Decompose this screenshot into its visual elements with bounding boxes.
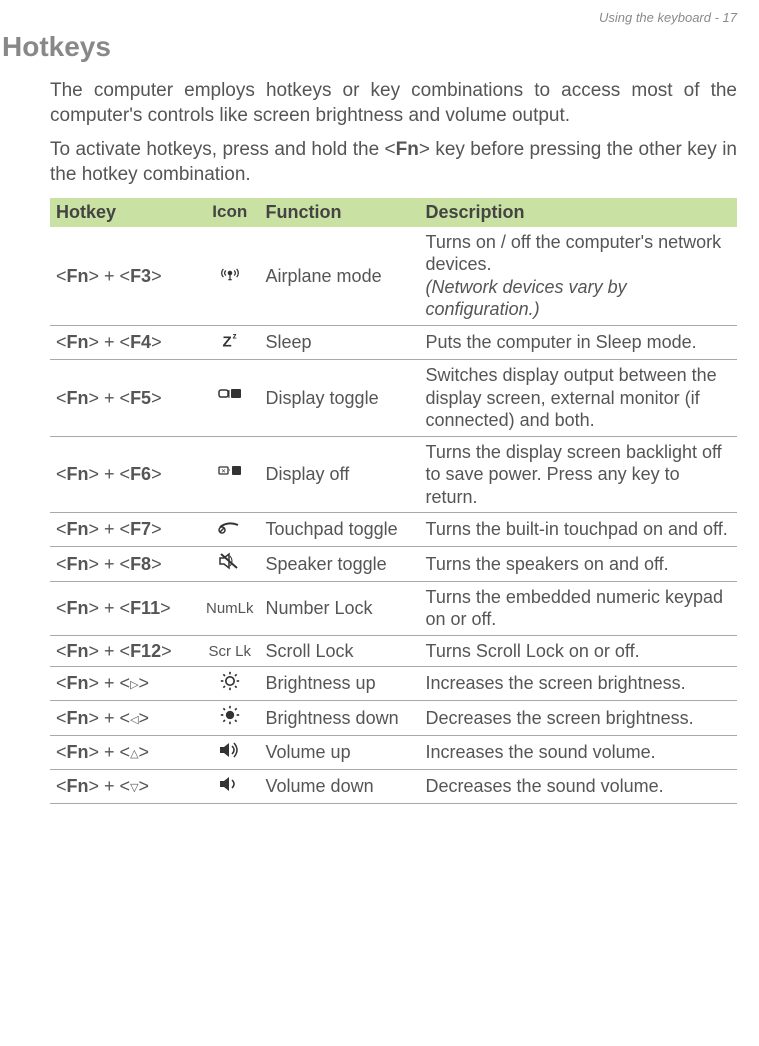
hotkey-cell: <Fn> + <△> (50, 735, 200, 769)
description-cell: Turns the embedded numeric keypad on or … (420, 581, 737, 635)
icon-text: Scr Lk (209, 643, 252, 662)
table-header-row: Hotkey Icon Function Description (50, 198, 737, 227)
description-cell: Decreases the sound volume. (420, 769, 737, 803)
hotkey-cell: <Fn> + <F6> (50, 436, 200, 513)
description-cell: Puts the computer in Sleep mode. (420, 325, 737, 359)
table-row: <Fn> + <F4> SleepPuts the computer in Sle… (50, 325, 737, 359)
description-cell: Increases the screen brightness. (420, 667, 737, 701)
airplane-icon (218, 263, 242, 283)
col-description: Description (420, 198, 737, 227)
hotkey-cell: <Fn> + <▷> (50, 667, 200, 701)
function-cell: Sleep (260, 325, 420, 359)
table-row: <Fn> + <F11> NumLk Number LockTurns the em… (50, 581, 737, 635)
table-row: <Fn> + <△> Volume upIncreases the sound v… (50, 735, 737, 769)
table-row: <Fn> + <F7> Touchpad toggleTurns the buil… (50, 513, 737, 547)
function-cell: Airplane mode (260, 227, 420, 326)
hotkey-cell: <Fn> + <F7> (50, 513, 200, 547)
table-row: <Fn> + <◁> Brightness downDecreases the s… (50, 701, 737, 735)
touchpad-icon (218, 517, 242, 537)
display-off-icon (218, 462, 242, 482)
function-cell: Display toggle (260, 360, 420, 437)
description-cell: Increases the sound volume. (420, 735, 737, 769)
intro-paragraph-1: The computer employs hotkeys or key comb… (50, 79, 737, 128)
touchpad-icon-cell (200, 513, 260, 547)
function-cell: Number Lock (260, 581, 420, 635)
function-cell: Brightness up (260, 667, 420, 701)
description-cell: Turns Scroll Lock on or off. (420, 635, 737, 667)
hotkeys-table: Hotkey Icon Function Description <Fn> + … (50, 198, 737, 804)
hotkey-cell: <Fn> + <F3> (50, 227, 200, 326)
table-row: <Fn> + <F12> Scr Lk Scroll LockTurns Scrol… (50, 635, 737, 667)
function-cell: Brightness down (260, 701, 420, 735)
function-cell: Display off (260, 436, 420, 513)
brightness-up-icon (218, 671, 242, 691)
table-row: <Fn> + <F8> Speaker toggleTurns the speak… (50, 547, 737, 581)
brightness-down-icon-cell (200, 701, 260, 735)
intro-paragraph-2: To activate hotkeys, press and hold the … (50, 138, 737, 187)
speaker-mute-icon (218, 551, 242, 571)
table-row: <Fn> + <F6> Display offTurns the display … (50, 436, 737, 513)
function-cell: Volume down (260, 769, 420, 803)
text-icon-cell: NumLk (200, 581, 260, 635)
hotkey-cell: <Fn> + <F8> (50, 547, 200, 581)
col-icon: Icon (200, 198, 260, 227)
text-icon-cell: Scr Lk (200, 635, 260, 667)
icon-text: NumLk (206, 600, 254, 619)
speaker-mute-icon-cell (200, 547, 260, 581)
section-title: Hotkeys (2, 31, 737, 63)
hotkey-cell: <Fn> + <F4> (50, 325, 200, 359)
description-cell: Turns the display screen backlight off t… (420, 436, 737, 513)
volume-down-icon (218, 774, 242, 794)
description-cell: Switches display output between the disp… (420, 360, 737, 437)
table-row: <Fn> + <F5> Display toggleSwitches displa… (50, 360, 737, 437)
brightness-down-icon (218, 705, 242, 725)
volume-down-icon-cell (200, 769, 260, 803)
function-cell: Touchpad toggle (260, 513, 420, 547)
hotkey-cell: <Fn> + <F12> (50, 635, 200, 667)
description-cell: Turns the speakers on and off. (420, 547, 737, 581)
display-toggle-icon-cell (200, 360, 260, 437)
volume-up-icon-cell (200, 735, 260, 769)
description-cell: Turns the built-in touchpad on and off. (420, 513, 737, 547)
table-row: <Fn> + <▷> Brightness upIncreases the scr… (50, 667, 737, 701)
description-cell: Turns on / off the computer's network de… (420, 227, 737, 326)
table-row: <Fn> + <▽> Volume downDecreases the sound… (50, 769, 737, 803)
hotkey-cell: <Fn> + <▽> (50, 769, 200, 803)
display-toggle-icon (218, 385, 242, 405)
airplane-icon-cell (200, 227, 260, 326)
table-row: <Fn> + <F3> Airplane modeTurns on / off t… (50, 227, 737, 326)
brightness-up-icon-cell (200, 667, 260, 701)
display-off-icon-cell (200, 436, 260, 513)
function-cell: Scroll Lock (260, 635, 420, 667)
function-cell: Speaker toggle (260, 547, 420, 581)
hotkey-cell: <Fn> + <F5> (50, 360, 200, 437)
hotkey-cell: <Fn> + <F11> (50, 581, 200, 635)
sleep-icon (218, 330, 242, 350)
function-cell: Volume up (260, 735, 420, 769)
col-function: Function (260, 198, 420, 227)
sleep-icon-cell (200, 325, 260, 359)
hotkey-cell: <Fn> + <◁> (50, 701, 200, 735)
page-header: Using the keyboard - 17 (22, 10, 737, 25)
volume-up-icon (218, 740, 242, 760)
col-hotkey: Hotkey (50, 198, 200, 227)
description-cell: Decreases the screen brightness. (420, 701, 737, 735)
